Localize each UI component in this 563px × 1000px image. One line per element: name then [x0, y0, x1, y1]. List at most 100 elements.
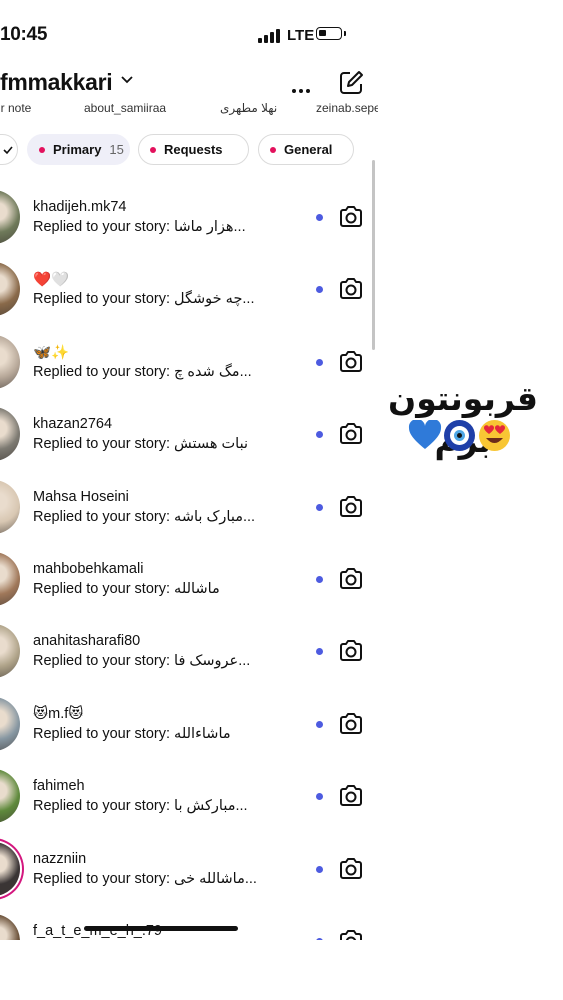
tab-label: Requests [164, 142, 223, 157]
conversation-name: 🦋✨ [33, 344, 70, 361]
camera-icon[interactable] [338, 857, 364, 881]
unread-dot [316, 286, 323, 294]
message-preview: Replied to your story: عروسک فا... [33, 653, 250, 669]
conversation-row[interactable]: nazzniin Replied to your story: ماشالله خ… [0, 832, 378, 904]
message-preview: Replied to your story: ماشاءالله [33, 726, 231, 742]
tab-indicator-dot [150, 146, 156, 153]
tab-primary[interactable]: Primary 15 [27, 134, 130, 165]
avatar[interactable] [0, 334, 20, 389]
avatar[interactable] [0, 552, 20, 606]
more-options-icon[interactable] [292, 80, 313, 98]
conversation-name: Mahsa Hoseini [33, 488, 129, 505]
camera-icon[interactable] [338, 712, 364, 736]
message-preview: Replied to your story: مگ شده چ... [33, 364, 252, 380]
message-preview: Replied to your story: مبارک باشه... [33, 509, 255, 525]
chevron-down-icon[interactable] [120, 72, 134, 90]
conversation-row[interactable]: fahimeh Replied to your story: مبارکش با.… [0, 759, 378, 831]
avatar[interactable] [0, 407, 20, 462]
camera-icon[interactable] [338, 567, 364, 591]
unread-dot [316, 576, 323, 583]
conversation-row[interactable]: khadijeh.mk74 Replied to your story: هزار… [0, 180, 378, 252]
message-preview: Replied to your story: هزار ماشا... [33, 219, 246, 235]
unread-dot [316, 865, 323, 873]
conversation-row[interactable]: f_a_t_e_m_e_h_.79 [0, 904, 378, 940]
compose-icon[interactable] [338, 70, 364, 96]
note-label[interactable]: zeinab.sepe [316, 101, 378, 115]
camera-icon[interactable] [338, 495, 364, 519]
conversation-row[interactable]: ❤️🤍 Replied to your story: چه خوشگل... [0, 252, 378, 324]
camera-icon[interactable] [338, 929, 364, 940]
camera-icon[interactable] [338, 205, 364, 229]
tab-indicator-dot [39, 146, 45, 153]
conversation-name: nazzniin [33, 850, 87, 867]
account-username[interactable]: fmmakkari [0, 69, 113, 96]
tab-count: 15 [109, 142, 124, 157]
message-preview: Replied to your story: چه خوشگل... [33, 291, 255, 307]
blue-heart-icon [408, 418, 442, 451]
story-text-overlay: قربونتون برم [368, 378, 558, 462]
network-label: LTE [287, 27, 315, 44]
preview-text: مبارک باشه... [174, 508, 256, 525]
unread-dot [316, 938, 323, 940]
preview-prefix: Replied to your story: [33, 219, 171, 235]
home-indicator [84, 926, 238, 931]
preview-prefix: Replied to your story: [33, 508, 171, 525]
conversation-name: anahitasharafi80 [33, 633, 141, 650]
preview-prefix: Replied to your story: [33, 436, 171, 453]
camera-icon[interactable] [338, 350, 364, 374]
conversation-row[interactable]: 😻m.f😻 Replied to your story: ماشاءالله [0, 687, 378, 759]
unread-dot [316, 793, 323, 801]
camera-icon[interactable] [338, 277, 364, 301]
preview-text: مبارکش با... [174, 798, 248, 815]
conversation-name: khadijeh.mk74 [33, 199, 127, 215]
overlay-emoji-row [368, 418, 558, 458]
preview-text: نبات هستش [174, 436, 248, 453]
unread-dot [316, 720, 323, 728]
message-preview: Replied to your story: نبات هستش [33, 436, 248, 452]
preview-text: ماشالله خی... [174, 870, 257, 887]
unread-dot [316, 431, 323, 439]
preview-prefix: Replied to your story: [33, 725, 171, 742]
message-preview: Replied to your story: مبارکش با... [33, 798, 248, 814]
conversation-row[interactable]: 🦋✨ Replied to your story: مگ شده چ... [0, 325, 378, 397]
tab-requests[interactable]: Requests [138, 134, 249, 165]
avatar[interactable] [0, 624, 20, 679]
note-label[interactable]: about_samiiraa [84, 101, 166, 115]
conversation-row[interactable]: Mahsa Hoseini Replied to your story: مبار… [0, 470, 378, 542]
avatar[interactable] [0, 914, 20, 940]
nazar-amulet-icon [444, 420, 475, 451]
avatar[interactable] [0, 696, 20, 751]
preview-text: مگ شده چ... [174, 363, 252, 380]
avatar[interactable] [0, 479, 20, 534]
conversation-row[interactable]: khazan2764 Replied to your story: نبات هس… [0, 397, 378, 469]
avatar[interactable] [0, 841, 20, 896]
avatar[interactable] [0, 190, 20, 244]
notes-row: ur note about_samiiraa نهلا مطهری zeinab… [0, 100, 378, 120]
unread-dot [316, 358, 323, 366]
camera-icon[interactable] [338, 639, 364, 663]
preview-prefix: Replied to your story: [33, 581, 171, 597]
signal-icon [258, 29, 280, 43]
filter-chip[interactable] [0, 134, 18, 165]
preview-prefix: Replied to your story: [33, 798, 171, 815]
preview-prefix: Replied to your story: [33, 653, 171, 670]
unread-dot [316, 214, 323, 221]
preview-text: ماشالله [174, 581, 220, 597]
avatar[interactable] [0, 769, 20, 824]
conversation-name: fahimeh [33, 778, 85, 795]
note-label[interactable]: نهلا مطهری [220, 101, 277, 115]
note-label[interactable]: ur note [0, 101, 31, 115]
conversation-row[interactable]: anahitasharafi80 Replied to your story: ع… [0, 614, 378, 686]
conversation-name: ❤️🤍 [33, 272, 70, 289]
message-preview: Replied to your story: ماشالله [33, 581, 220, 597]
preview-prefix: Replied to your story: [33, 291, 171, 308]
status-time: 10:45 [0, 24, 48, 45]
camera-icon[interactable] [338, 422, 364, 446]
message-preview: Replied to your story: ماشالله خی... [33, 871, 257, 887]
camera-icon[interactable] [338, 784, 364, 808]
avatar[interactable] [0, 262, 20, 317]
conversation-row[interactable]: mahbobehkamali Replied to your story: ماش… [0, 542, 378, 614]
battery-icon [316, 27, 346, 40]
tab-general[interactable]: General [258, 134, 354, 165]
conversation-name: mahbobehkamali [33, 561, 144, 577]
